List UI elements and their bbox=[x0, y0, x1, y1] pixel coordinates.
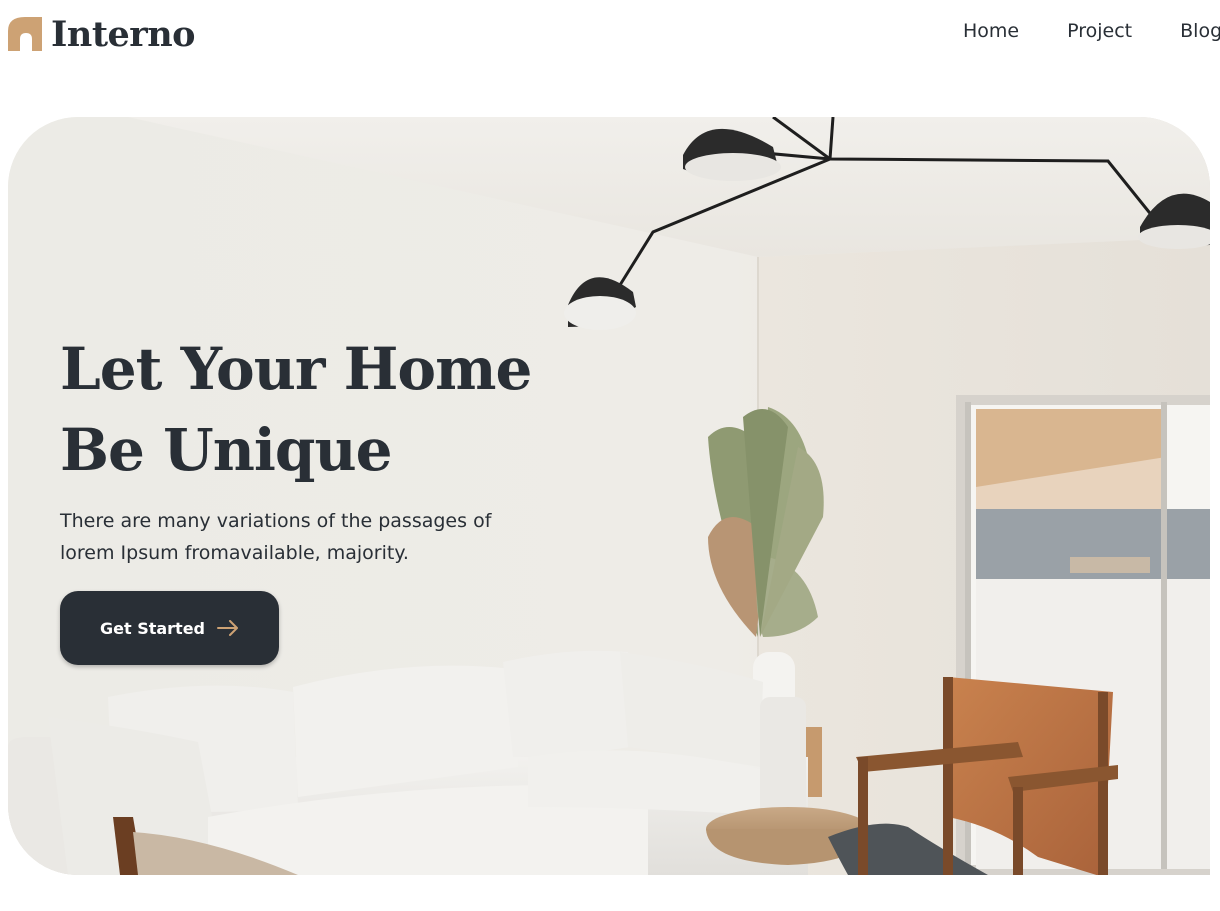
nav-link-home[interactable]: Home bbox=[963, 20, 1019, 42]
site-header: Interno Home Project Blog bbox=[0, 0, 1220, 68]
get-started-button[interactable]: Get Started bbox=[60, 591, 279, 665]
hero-banner: Let Your Home Be Unique There are many v… bbox=[8, 117, 1210, 875]
hero-title: Let Your Home Be Unique bbox=[60, 329, 580, 491]
hero-description: There are many variations of the passage… bbox=[60, 510, 492, 564]
logo-text: Interno bbox=[51, 13, 196, 55]
nav-link-project[interactable]: Project bbox=[1067, 20, 1132, 42]
logo-icon bbox=[8, 17, 42, 51]
get-started-label: Get Started bbox=[99, 618, 205, 638]
hero-title-line-2: Be Unique bbox=[60, 416, 393, 484]
hero-title-line-1: Let Your Home bbox=[60, 335, 532, 403]
nav-link-blog[interactable]: Blog bbox=[1180, 20, 1220, 42]
main-nav: Home Project Blog bbox=[963, 20, 1220, 42]
logo[interactable]: Interno bbox=[8, 13, 196, 55]
living-room-photo bbox=[8, 117, 1210, 875]
arrow-right-icon bbox=[217, 620, 238, 636]
